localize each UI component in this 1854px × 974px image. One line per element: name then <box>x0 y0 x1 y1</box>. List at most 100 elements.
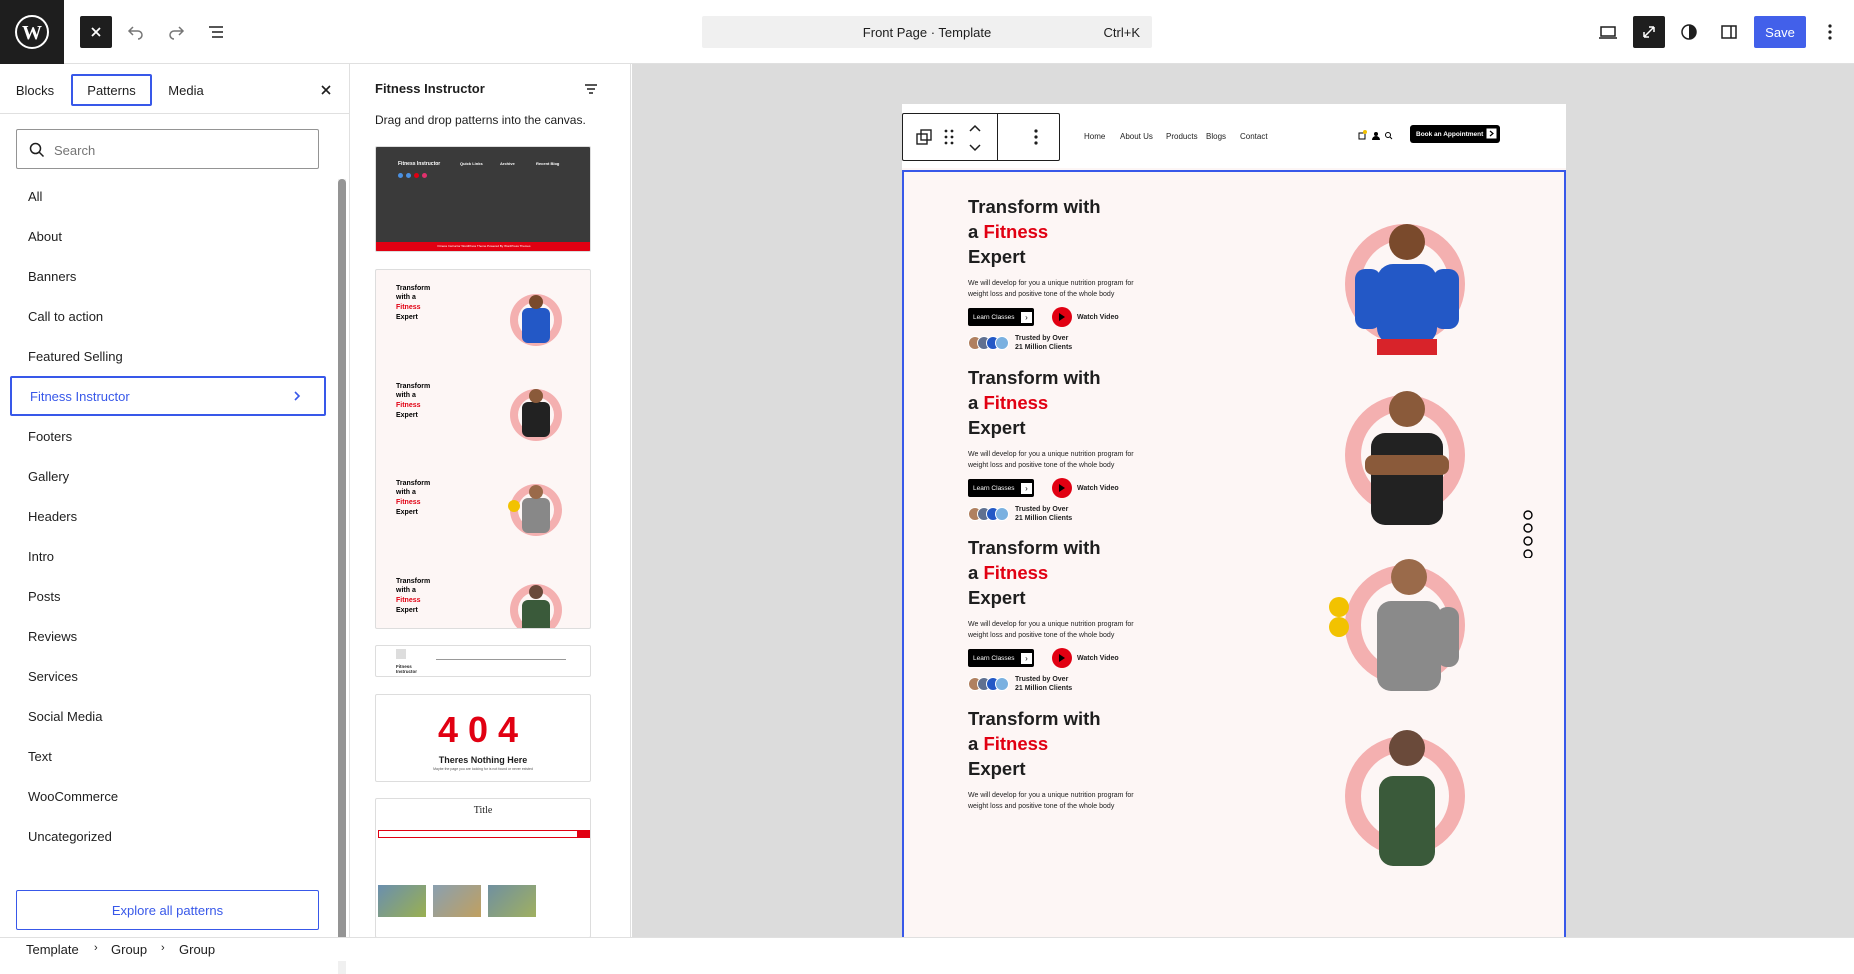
pattern-preview-footer[interactable]: Fitness Instructor Quick Links Archive R… <box>375 146 591 252</box>
hero-heading: Transform with a Fitness Expert <box>968 367 1101 438</box>
footer-recent-blog: Recent Blog <box>536 161 560 166</box>
hero-description: We will develop for you a unique nutriti… <box>968 280 1134 298</box>
svg-text:Fitness: Fitness <box>396 402 421 409</box>
category-reviews[interactable]: Reviews <box>10 616 326 656</box>
inserter-scrollbar[interactable] <box>338 179 346 974</box>
category-banners[interactable]: Banners <box>10 256 326 296</box>
learn-classes-button[interactable]: Learn Classes › <box>968 649 1034 667</box>
client-avatars <box>968 677 1009 691</box>
breadcrumb-template[interactable]: Template <box>26 942 79 957</box>
watch-video-button[interactable]: Watch Video <box>1052 478 1119 498</box>
nav-about[interactable]: About Us <box>1120 132 1153 141</box>
editor-canvas: Home About Us Products Blogs Contact Boo… <box>632 64 1854 937</box>
footer-bar: Fitness Instructor WordPress Theme Power… <box>376 242 590 251</box>
zoom-out-icon[interactable] <box>1633 16 1665 48</box>
search-input[interactable]: Search <box>16 129 319 169</box>
category-gallery[interactable]: Gallery <box>10 456 326 496</box>
desktop-preview-icon[interactable] <box>1592 16 1624 48</box>
command-palette[interactable]: Front Page · Template Ctrl+K <box>702 16 1152 48</box>
tab-media[interactable]: Media <box>160 74 212 106</box>
client-avatars <box>968 336 1009 350</box>
hero-description: We will develop for you a unique nutriti… <box>968 621 1134 639</box>
nav-blogs[interactable]: Blogs <box>1206 132 1226 141</box>
close-inserter-icon[interactable] <box>312 74 340 106</box>
svg-text:Fitness: Fitness <box>396 304 421 311</box>
category-fitness-instructor[interactable]: Fitness Instructor <box>10 376 326 416</box>
settings-sidebar-icon[interactable] <box>1713 16 1745 48</box>
trainer-photo-3 <box>1329 559 1465 691</box>
more-options-icon[interactable] <box>1814 16 1846 48</box>
document-overview-icon[interactable] <box>200 16 232 48</box>
move-up-down-icon[interactable] <box>967 120 983 156</box>
breadcrumb-separator-icon: › <box>161 942 165 954</box>
filter-icon[interactable] <box>583 81 599 97</box>
learn-classes-button[interactable]: Learn Classes › <box>968 308 1034 326</box>
posts-search-bar <box>378 830 590 838</box>
category-uncategorized[interactable]: Uncategorized <box>10 816 326 856</box>
category-all[interactable]: All <box>10 176 326 216</box>
category-intro[interactable]: Intro <box>10 536 326 576</box>
tab-patterns[interactable]: Patterns <box>71 74 152 106</box>
svg-text:Expert: Expert <box>396 412 418 419</box>
save-button[interactable]: Save <box>1754 16 1806 48</box>
svg-text:Expert: Expert <box>396 314 418 321</box>
undo-icon[interactable] <box>120 16 152 48</box>
play-icon <box>1052 307 1072 327</box>
nav-line <box>436 659 566 660</box>
pattern-preview-posts[interactable]: Title <box>375 798 591 937</box>
category-featured-selling[interactable]: Featured Selling <box>10 336 326 376</box>
header-icons[interactable] <box>1358 129 1398 141</box>
category-services[interactable]: Services <box>10 656 326 696</box>
category-about[interactable]: About <box>10 216 326 256</box>
close-icon[interactable] <box>80 16 112 48</box>
book-appointment-button[interactable]: Book an Appointment <box>1410 125 1500 143</box>
explore-all-patterns-button[interactable]: Explore all patterns <box>16 890 319 930</box>
redo-icon[interactable] <box>160 16 192 48</box>
pattern-preview-hero-stack[interactable]: Transform with a Fitness Expert Transform wi… <box>375 269 591 629</box>
block-options-icon[interactable] <box>1033 128 1039 146</box>
nav-products[interactable]: Products <box>1166 132 1198 141</box>
post-thumb-2 <box>433 885 481 917</box>
category-posts[interactable]: Posts <box>10 576 326 616</box>
svg-text:Transform: Transform <box>396 578 430 585</box>
nav-contact[interactable]: Contact <box>1240 132 1268 141</box>
hero-heading: Transform with a Fitness Expert <box>968 196 1101 267</box>
book-label: Book an Appointment <box>1416 130 1484 138</box>
nav-home[interactable]: Home <box>1084 132 1105 141</box>
category-woocommerce[interactable]: WooCommerce <box>10 776 326 816</box>
pattern-preview-header[interactable]: Fitness Instructor <box>375 645 591 677</box>
social-side-icons[interactable] <box>1522 510 1534 558</box>
breadcrumb-group[interactable]: Group <box>111 942 147 957</box>
breadcrumb-separator-icon: › <box>94 942 98 954</box>
drag-handle-icon[interactable] <box>943 128 955 146</box>
category-call-to-action[interactable]: Call to action <box>10 296 326 336</box>
learn-classes-button[interactable]: Learn Classes › <box>968 479 1034 497</box>
pattern-preview-404[interactable]: 404 Theres Nothing Here Maybe the page y… <box>375 694 591 782</box>
shortcut-hint: Ctrl+K <box>1103 25 1140 40</box>
category-text[interactable]: Text <box>10 736 326 776</box>
category-headers[interactable]: Headers <box>10 496 326 536</box>
play-icon <box>1052 478 1072 498</box>
hero-section-3: Transform with a Fitness Expert We will de… <box>902 535 1566 735</box>
posts-title: Title <box>473 805 493 816</box>
category-footers[interactable]: Footers <box>10 416 326 456</box>
styles-icon[interactable] <box>1673 16 1705 48</box>
client-avatars <box>968 507 1009 521</box>
svg-text:with a: with a <box>395 392 416 399</box>
hero-section-4: Transform with a Fitness Expert We will de… <box>902 706 1566 906</box>
svg-text:with a: with a <box>395 587 416 594</box>
tab-blocks[interactable]: Blocks <box>6 74 64 106</box>
template-title: Front Page · Template <box>862 25 992 40</box>
svg-text:Transform: Transform <box>396 480 430 487</box>
transform-block-icon[interactable] <box>915 128 933 146</box>
category-social-media[interactable]: Social Media <box>10 696 326 736</box>
arrow-right-icon <box>1486 128 1497 139</box>
watch-video-button[interactable]: Watch Video <box>1052 307 1119 327</box>
footer-quick-links: Quick Links <box>460 161 483 166</box>
trusted-badge: Trusted by Over 21 Million Clients <box>968 505 1077 523</box>
block-toolbar <box>902 113 1060 161</box>
watch-video-button[interactable]: Watch Video <box>1052 648 1119 668</box>
wordpress-logo-icon[interactable]: W <box>0 0 64 64</box>
breadcrumb-group-current[interactable]: Group <box>179 942 215 957</box>
404-title: Theres Nothing Here <box>438 755 528 765</box>
